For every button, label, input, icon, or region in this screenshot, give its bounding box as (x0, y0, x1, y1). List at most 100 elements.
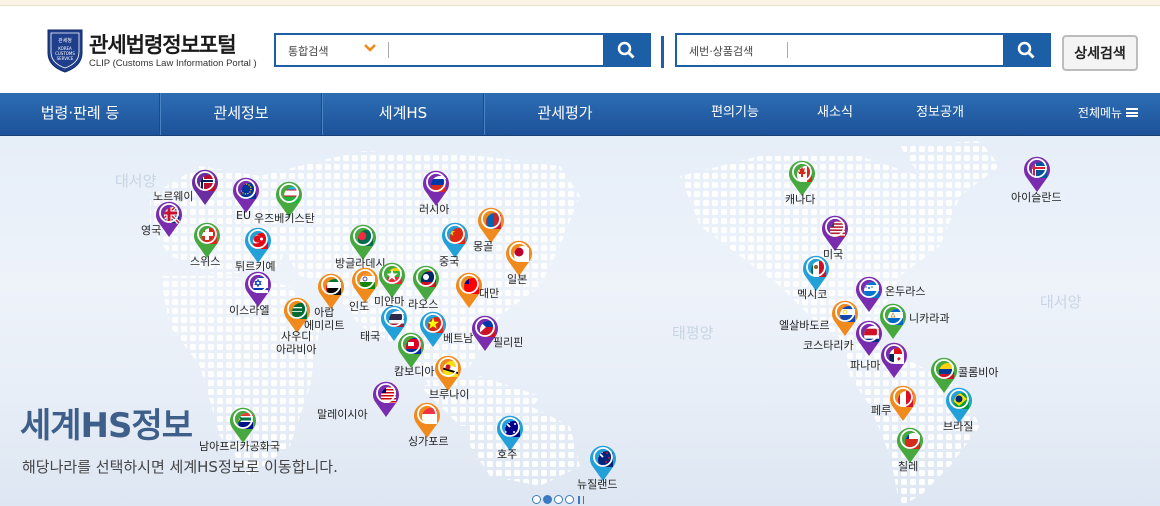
slider-dot[interactable] (554, 495, 563, 504)
chevron-down-icon[interactable] (364, 44, 376, 52)
country-label: 콜롬비아 (958, 366, 999, 379)
country-pin-is[interactable]: 아이슬란드 (1011, 155, 1062, 204)
country-pin-za[interactable]: 남아프리카공화국 (199, 406, 280, 453)
detail-search-button[interactable]: 상세검색 (1062, 35, 1138, 71)
search-icon (617, 41, 635, 59)
country-label: 페루 (871, 404, 892, 417)
country-label: 브라질 (943, 420, 974, 433)
nav-all-menu[interactable]: 전체메뉴 (1068, 93, 1148, 135)
pause-icon[interactable] (582, 495, 584, 504)
nav-disclosure[interactable]: 정보공개 (905, 93, 975, 135)
map-pin-icon (497, 415, 523, 451)
country-pin-ph[interactable]: 필리핀 (471, 314, 523, 352)
ocean-label-atlantic-east: 대서양 (1040, 293, 1082, 311)
country-pin-ca[interactable]: 캐나다 (785, 159, 816, 206)
search-scope-select[interactable]: 통합검색 (288, 43, 328, 59)
map-pin-icon (435, 355, 461, 391)
slider-dot-active[interactable] (543, 495, 552, 504)
slider-dot[interactable] (532, 495, 541, 504)
integrated-search-input[interactable] (394, 38, 599, 62)
nav-world-hs[interactable]: 세계HS (323, 93, 483, 135)
country-label: 말레이시아 (317, 408, 368, 421)
country-pin-bn[interactable]: 브루나이 (429, 354, 469, 401)
portal-subtitle: CLIP (Customs Law Information Portal ) (89, 58, 257, 69)
map-pin-icon (946, 387, 972, 423)
map-pin-icon (1024, 156, 1050, 192)
country-label: 대만 (479, 287, 500, 300)
country-label: 우즈베키스탄 (254, 212, 315, 225)
country-pin-au[interactable]: 호주 (496, 414, 524, 461)
country-label: 멕시코 (797, 288, 828, 301)
nav-customs-info[interactable]: 관세정보 (161, 93, 321, 135)
country-pin-cl[interactable]: 칠레 (896, 426, 924, 473)
world-map: 대서양 태평양 대서양 노르웨이영국 EU 우즈베키스탄스위스 튀르키예 이스라엘 사우디… (0, 136, 1160, 506)
country-pin-nz[interactable]: 뉴질랜드 (577, 444, 617, 491)
map-pin-icon (350, 224, 376, 260)
portal-logo[interactable]: 관세청 KOREA CUSTOMS SERVICE 관세법령정보포털 CLIP … (46, 27, 261, 77)
country-pin-ru[interactable]: 러시아 (419, 169, 450, 216)
integrated-search-button[interactable] (603, 35, 649, 65)
country-pin-il[interactable]: 이스라엘 (229, 270, 272, 317)
country-label: 코스타리카 (803, 339, 854, 352)
country-label: 남아프리카공화국 (199, 440, 280, 453)
country-pin-eu[interactable]: EU (232, 176, 260, 222)
svg-text:SERVICE: SERVICE (57, 56, 74, 61)
country-label: 일본 (507, 273, 528, 286)
map-pin-icon (230, 407, 256, 443)
country-pin-pe[interactable]: 페루 (871, 384, 917, 422)
country-label: 베트남 (443, 332, 474, 345)
country-pin-cr[interactable]: 코스타리카 (803, 319, 883, 357)
nav-news[interactable]: 새소식 (805, 93, 865, 135)
map-pin-icon (423, 170, 449, 206)
hs-search-input[interactable] (793, 38, 989, 62)
country-label: 아이슬란드 (1011, 191, 1062, 204)
country-pin-la[interactable]: 라오스 (408, 264, 440, 311)
country-label: 파나마 (850, 359, 881, 372)
country-pin-bd[interactable]: 방글라데시 (335, 223, 386, 270)
ocean-label-atlantic-west: 대서양 (115, 172, 157, 190)
hs-search-label: 세번·상품검색 (689, 45, 754, 58)
hs-search-button[interactable] (1003, 35, 1049, 65)
country-label: 스위스 (190, 255, 221, 268)
nav-laws[interactable]: 법령·판례 등 (0, 93, 160, 135)
world-hs-description: 해당나라를 선택하시면 세계HS정보로 이동합니다. (22, 458, 338, 476)
country-label: 칠레 (898, 460, 919, 473)
country-pin-mm[interactable]: 미얀마 (374, 261, 406, 308)
country-pin-us[interactable]: 미국 (821, 214, 849, 261)
map-pin-icon (890, 385, 916, 421)
nav-convenience[interactable]: 편의기능 (700, 93, 770, 135)
country-label: 영국 (141, 224, 162, 237)
map-pin-icon (442, 222, 468, 258)
country-pin-cn[interactable]: 중국 (439, 221, 469, 268)
country-pin-kh[interactable]: 캄보디아 (394, 331, 434, 378)
country-pin-pa[interactable]: 파나마 (850, 341, 908, 379)
search-divider (388, 42, 389, 58)
map-pin-icon (822, 215, 848, 251)
country-pin-gb[interactable]: 영국 (141, 200, 183, 238)
country-pin-no[interactable]: 노르웨이 (153, 168, 219, 206)
country-label: 브루나이 (429, 388, 470, 401)
country-pin-jp[interactable]: 일본 (505, 239, 533, 286)
country-pin-ni[interactable]: 니카라과 (879, 302, 949, 340)
map-pin-icon (245, 227, 271, 263)
nav-customs-valuation[interactable]: 관세평가 (485, 93, 645, 135)
country-pin-uz[interactable]: 우즈베키스탄 (254, 180, 315, 225)
country-pin-tr[interactable]: 튀르키예 (235, 226, 275, 273)
slider-dot[interactable] (565, 495, 574, 504)
country-pin-ae[interactable]: 아랍 에미리트 (304, 272, 345, 332)
map-pin-icon (245, 271, 271, 307)
country-pin-mn[interactable]: 몽골 (473, 206, 505, 253)
ocean-label-pacific: 태평양 (672, 324, 714, 342)
country-pin-br[interactable]: 브라질 (943, 386, 973, 433)
country-pin-sg[interactable]: 싱가포르 (408, 401, 448, 448)
country-pin-tw[interactable]: 대만 (455, 271, 499, 309)
world-hs-title: 세계HS정보 (20, 406, 193, 446)
pause-icon[interactable] (578, 495, 580, 504)
country-label: 캐나다 (785, 193, 816, 206)
country-pin-ch[interactable]: 스위스 (190, 221, 221, 268)
country-label: 사우디 아라비아 (276, 330, 317, 356)
country-pin-my[interactable]: 말레이시아 (317, 380, 400, 421)
country-label: 러시아 (419, 203, 450, 216)
country-pin-mx[interactable]: 멕시코 (797, 254, 830, 301)
country-label: 호주 (497, 448, 518, 461)
